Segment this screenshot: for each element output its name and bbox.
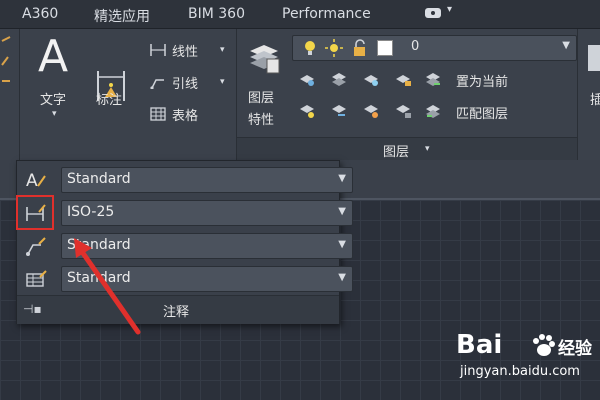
paw-icon	[533, 334, 555, 356]
table-label: 表格	[172, 109, 199, 124]
match-layer-icon[interactable]	[424, 103, 442, 119]
layer-color-swatch	[377, 40, 393, 56]
text-style-row: A Standard ▼	[17, 164, 353, 194]
chevron-down-icon[interactable]: ▾	[52, 109, 57, 119]
unlock-icon	[354, 39, 365, 56]
linear-dimension-button[interactable]: 线性 ▾	[150, 41, 230, 60]
layer-properties-icon[interactable]	[247, 41, 281, 75]
annotation-panel-label: 注释	[163, 305, 190, 320]
panel-separator	[19, 29, 20, 160]
multileader-style-icon	[26, 237, 46, 256]
layer-unlock-icon[interactable]	[394, 103, 412, 119]
layer-off-icon[interactable]	[298, 71, 316, 87]
tab-performance[interactable]: Performance	[282, 6, 371, 22]
chevron-down-icon: ▾	[425, 144, 430, 154]
dimension-style-dropdown[interactable]: ISO-25 ▼	[61, 200, 353, 226]
set-current-icon[interactable]	[424, 71, 442, 87]
chevron-down-icon[interactable]: ▾	[220, 45, 225, 55]
watermark-url: jingyan.baidu.com	[460, 364, 580, 379]
leader-label: 引线	[172, 77, 199, 92]
insert-tool-label[interactable]: 插	[590, 89, 600, 108]
linear-dimension-icon	[150, 44, 166, 56]
watermark-brand: Bai	[456, 330, 503, 360]
set-current-label[interactable]: 置为当前	[456, 71, 508, 90]
layers-panel-footer[interactable]: 图层 ▾	[237, 137, 577, 161]
highlight-box	[16, 195, 54, 230]
insert-tool-icon[interactable]	[586, 43, 600, 73]
linear-dimension-label: 线性	[172, 45, 199, 60]
bulb-icon	[305, 41, 315, 55]
layer-thaw-icon[interactable]	[362, 103, 380, 119]
text-tool-icon[interactable]: A	[38, 35, 68, 79]
ribbon: A 文字 ▾ 标注 线性 ▾ 引线 ▾ 表格 图层 特性 0 ▼ 置为当前 匹配…	[0, 29, 600, 161]
red-arrow-annotation	[74, 238, 141, 335]
leader-icon	[150, 79, 164, 89]
chevron-down-icon[interactable]: ▾	[220, 77, 225, 87]
layer-unisolate-icon[interactable]	[330, 103, 348, 119]
chevron-down-icon: ▼	[338, 206, 346, 217]
layer-dropdown[interactable]: 0 ▼	[292, 35, 577, 61]
chevron-down-icon: ▼	[338, 272, 346, 283]
watermark-brand-cn: 经验	[558, 339, 592, 359]
layers-panel-label: 图层	[383, 145, 410, 160]
match-layer-label[interactable]: 匹配图层	[456, 103, 508, 122]
chevron-down-icon: ▾	[447, 4, 453, 15]
layer-isolate-icon[interactable]	[330, 71, 348, 87]
chevron-down-icon: ▼	[338, 173, 346, 184]
tab-featured-apps[interactable]: 精选应用	[94, 6, 150, 26]
text-style-value: Standard	[67, 171, 131, 187]
text-tool-label[interactable]: 文字	[40, 89, 66, 108]
tab-bim360[interactable]: BIM 360	[188, 6, 245, 22]
pin-icon[interactable]: ⊣▪	[23, 302, 42, 316]
table-style-icon	[26, 270, 47, 287]
panel-separator	[577, 29, 578, 160]
layer-properties-label-2[interactable]: 特性	[248, 109, 274, 128]
text-style-icon: A	[26, 171, 46, 190]
text-style-dropdown[interactable]: Standard ▼	[61, 167, 353, 193]
svg-text:A: A	[26, 171, 38, 190]
layer-properties-label[interactable]: 图层	[248, 87, 274, 106]
dimension-style-value: ISO-25	[67, 204, 115, 220]
cutoff-tool-icon[interactable]	[0, 35, 14, 95]
tab-a360[interactable]: A360	[22, 6, 58, 22]
layer-freeze-icon[interactable]	[362, 71, 380, 87]
layer-lock-icon[interactable]	[394, 71, 412, 87]
ribbon-tab-bar: A360 精选应用 BIM 360 Performance ▾	[0, 0, 600, 29]
chevron-down-icon: ▼	[338, 239, 346, 250]
tab-options-button[interactable]: ▾	[425, 4, 459, 22]
baidu-jingyan-watermark: Bai 经验 jingyan.baidu.com	[456, 330, 596, 390]
dimension-style-row: ISO-25 ▼	[17, 197, 353, 227]
sun-icon	[325, 39, 343, 57]
dimension-tool-label[interactable]: 标注	[96, 89, 122, 108]
layer-combo-value: 0	[411, 39, 420, 54]
chevron-down-icon: ▼	[562, 40, 570, 51]
panel-toggle-dot	[431, 11, 435, 15]
table-icon	[150, 107, 166, 121]
leader-button[interactable]: 引线 ▾	[150, 73, 230, 92]
layer-on-icon[interactable]	[298, 103, 316, 119]
table-button[interactable]: 表格	[150, 105, 230, 124]
